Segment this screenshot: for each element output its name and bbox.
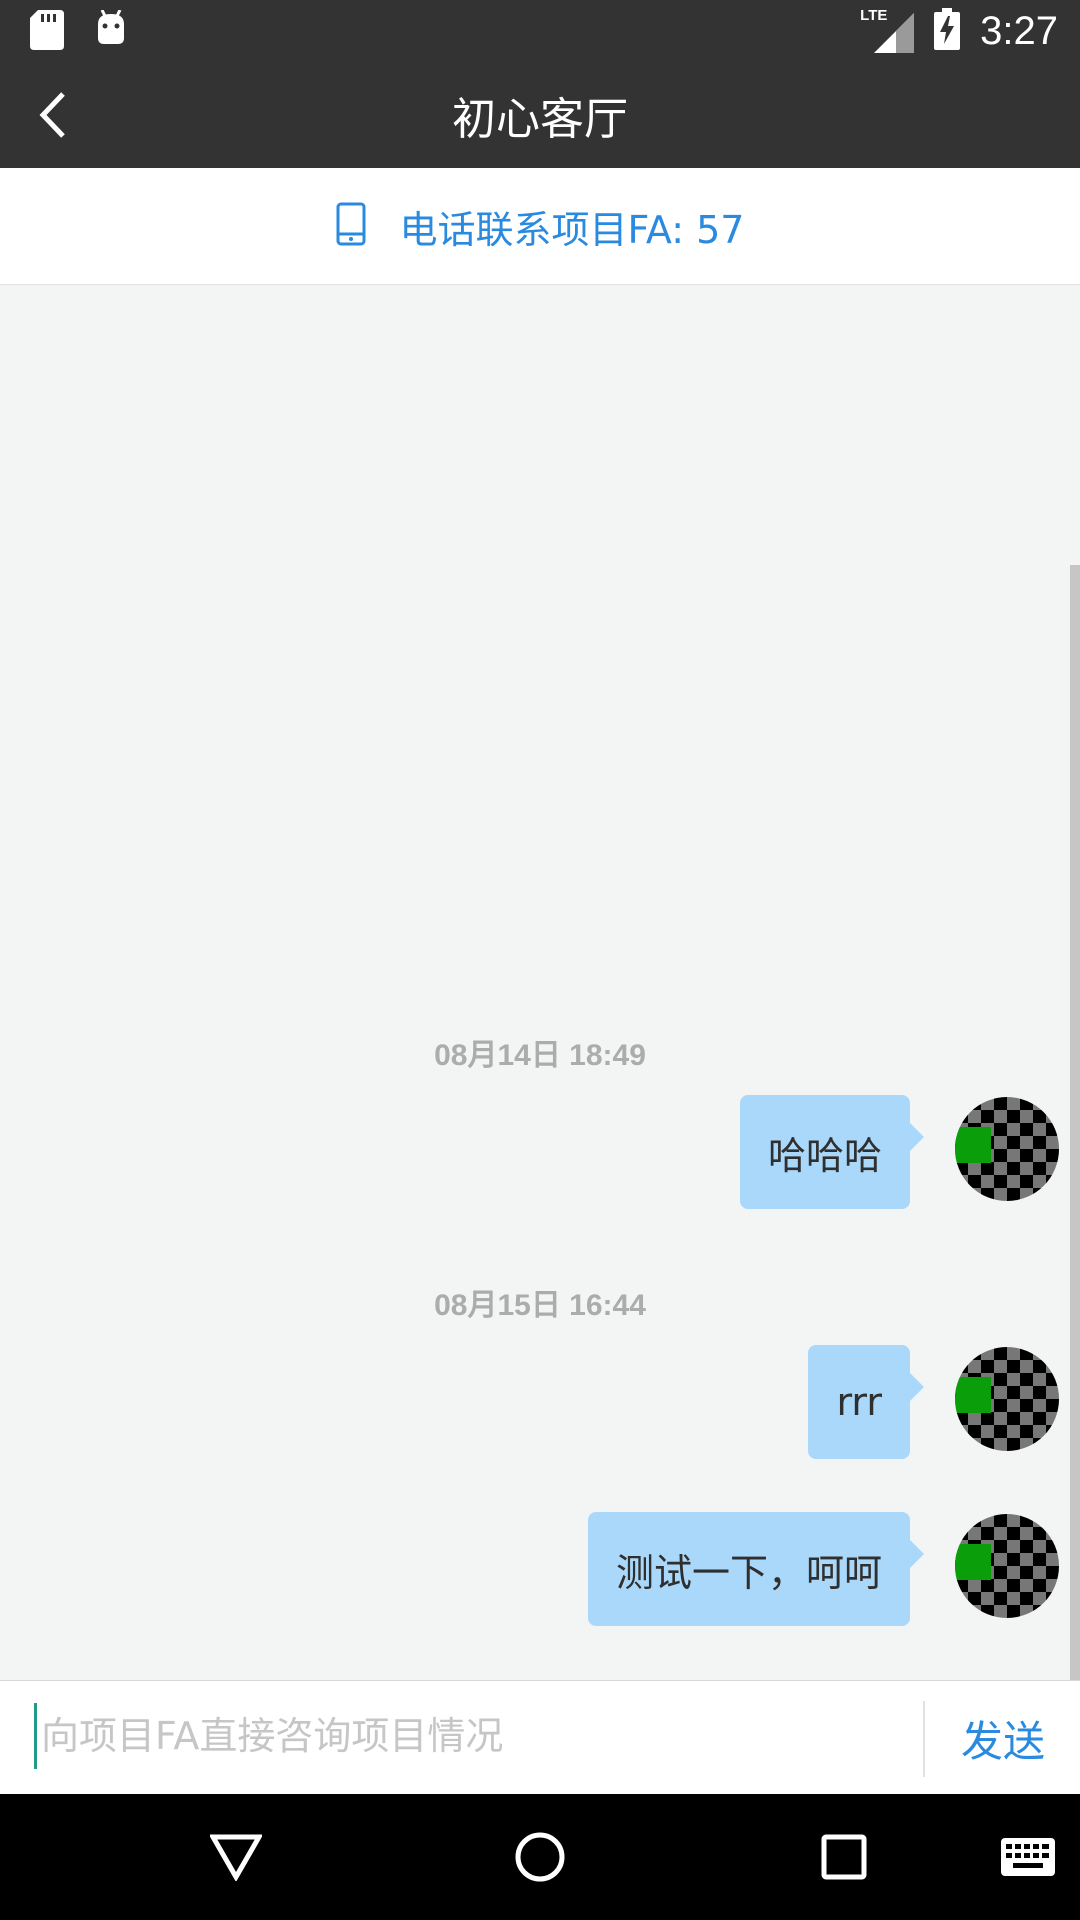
message-bubble[interactable]: 测试一下，呵呵	[587, 1512, 910, 1626]
mobile-phone-icon	[336, 202, 366, 250]
message-timestamp: 08月15日 16:44	[434, 1289, 646, 1322]
recents-square-icon	[821, 1834, 867, 1880]
page-title: 初心客厅	[452, 94, 628, 145]
nav-back-button[interactable]	[206, 1827, 266, 1887]
lte-signal-icon: LTE	[860, 7, 915, 53]
battery-charging-icon	[934, 8, 961, 54]
avatar-mark	[955, 1377, 991, 1413]
composer-divider	[923, 1701, 925, 1777]
avatar[interactable]	[955, 1347, 1059, 1451]
nav-recents-button[interactable]	[814, 1827, 874, 1887]
android-debug-icon	[94, 9, 128, 50]
message-row: 哈哈哈	[0, 1095, 1080, 1209]
bubble-tail	[910, 1540, 924, 1568]
chevron-left-icon	[39, 92, 65, 138]
app-bar: 初心客厅	[0, 62, 1080, 168]
status-time: 3:27	[980, 8, 1058, 53]
send-button[interactable]: 发送	[926, 1681, 1080, 1795]
nav-keyboard-button[interactable]	[998, 1827, 1058, 1887]
network-label: LTE	[860, 7, 888, 24]
phone-contact-label: 电话联系项目FA: 57	[399, 207, 745, 252]
chat-history[interactable]	[0, 285, 1080, 1680]
message-bubble[interactable]: 哈哈哈	[739, 1095, 910, 1209]
sd-card-icon	[30, 10, 64, 54]
keyboard-icon	[1001, 1838, 1055, 1876]
avatar-mark	[955, 1544, 991, 1580]
phone-contact-banner[interactable]: 电话联系项目FA: 57	[0, 168, 1080, 285]
bubble-tail	[910, 1123, 924, 1151]
message-bubble[interactable]: rrr	[808, 1345, 910, 1459]
chat-scrollbar[interactable]	[1070, 565, 1080, 1680]
avatar[interactable]	[955, 1097, 1059, 1201]
back-triangle-icon	[210, 1834, 262, 1881]
message-composer: 发送	[0, 1680, 1080, 1795]
message-timestamp: 08月14日 18:49	[434, 1039, 646, 1072]
avatar-mark	[955, 1127, 991, 1163]
system-nav-bar	[0, 1794, 1080, 1920]
avatar[interactable]	[955, 1514, 1059, 1618]
nav-home-button[interactable]	[510, 1827, 570, 1887]
status-bar: LTE 3:27	[0, 0, 1080, 62]
message-input[interactable]	[34, 1703, 921, 1769]
message-row: 测试一下，呵呵	[0, 1512, 1080, 1626]
home-circle-icon	[515, 1832, 565, 1882]
status-right-group: LTE 3:27	[860, 0, 1058, 62]
back-button[interactable]	[22, 84, 84, 146]
bubble-tail	[910, 1373, 924, 1401]
message-row: rrr	[0, 1345, 1080, 1459]
